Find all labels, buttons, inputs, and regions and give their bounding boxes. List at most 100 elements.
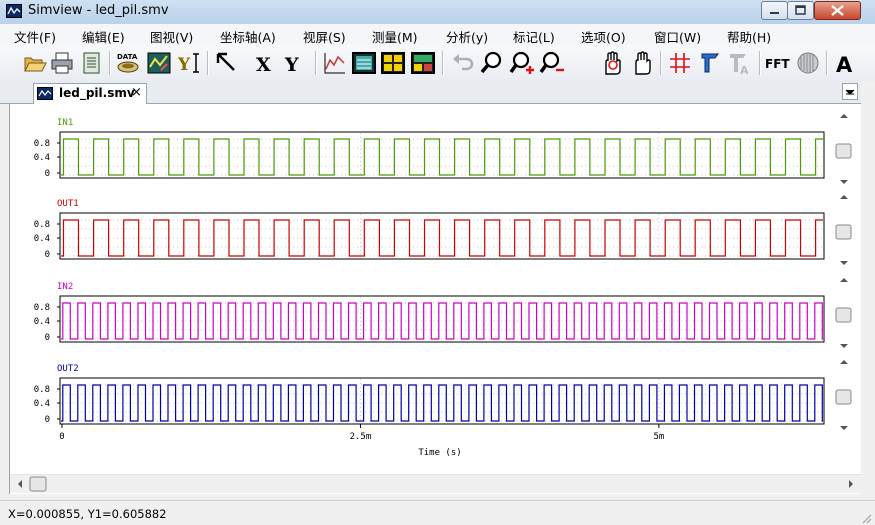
- marker-button[interactable]: [697, 50, 723, 76]
- tab-list-dropdown-icon[interactable]: [842, 83, 858, 100]
- screen-layout-button[interactable]: [410, 50, 436, 76]
- printer-icon: [51, 52, 73, 74]
- waveform-button[interactable]: [322, 50, 348, 76]
- toolbar-separator: [207, 51, 209, 75]
- y-axis-button[interactable]: Y: [281, 50, 307, 76]
- waveform-app-icon: [6, 4, 22, 18]
- channel-name-in2: IN2: [57, 282, 73, 292]
- horizontal-scroll-thumb[interactable]: [29, 476, 47, 492]
- menu-axis[interactable]: 坐标轴(A): [220, 27, 276, 46]
- toolbar-separator: [315, 51, 317, 75]
- crosshair-icon: [670, 53, 690, 73]
- maximize-button[interactable]: [787, 1, 814, 20]
- menu-file[interactable]: 文件(F): [14, 27, 56, 46]
- menu-analysis[interactable]: 分析(y): [446, 27, 488, 46]
- undo-button[interactable]: [450, 50, 476, 76]
- document-button[interactable]: [79, 50, 105, 76]
- menu-window[interactable]: 窗口(W): [654, 27, 701, 46]
- horizontal-scrollbar[interactable]: [10, 474, 861, 493]
- plot-scroll-thumb[interactable]: [835, 307, 852, 323]
- x-tick-label: 2.5m: [350, 432, 372, 442]
- font-button[interactable]: A: [833, 50, 859, 77]
- pan-button[interactable]: [630, 50, 656, 76]
- svg-text:X: X: [256, 54, 271, 76]
- scroll-up-arrow-icon: [840, 195, 848, 199]
- magnifier-icon: [480, 51, 502, 74]
- menu-measure[interactable]: 测量(M): [372, 27, 418, 46]
- print-button[interactable]: [49, 50, 75, 76]
- document-icon: [83, 52, 100, 74]
- graph-icon: [147, 52, 171, 74]
- y-cursor-button[interactable]: Y: [176, 50, 202, 76]
- x-axis-label: Time (s): [418, 448, 461, 458]
- svg-text:FFT: FFT: [765, 57, 790, 71]
- plot-scroll-thumb[interactable]: [835, 224, 852, 240]
- menu-screen[interactable]: 视屏(S): [303, 27, 346, 46]
- plot-document-area: IN1 0.8 0.4 0 OUT1 0.8 0.4 0 IN2 0.8 0.4 0 OUT2 0.8 0.…: [9, 104, 862, 494]
- channel-name-in1: IN1: [57, 118, 73, 128]
- plot-scroll-thumb[interactable]: [835, 389, 852, 405]
- zoom-button[interactable]: [479, 50, 505, 76]
- y-tick-label: 0.4: [34, 317, 50, 327]
- y-tick-label: 0.4: [34, 399, 50, 409]
- svg-text:Y: Y: [284, 54, 299, 76]
- globe-icon: [797, 52, 819, 74]
- toolbar-separator: [826, 51, 828, 75]
- right-frame: [861, 81, 875, 500]
- toolbar-separator: [109, 51, 111, 75]
- hand-target-icon: [605, 51, 621, 75]
- scroll-down-arrow-icon: [840, 180, 848, 184]
- scroll-up-arrow-icon: [840, 360, 848, 364]
- screen-4-button[interactable]: [380, 50, 406, 76]
- waveform-plots[interactable]: IN1 0.8 0.4 0 OUT1 0.8 0.4 0 IN2 0.8 0.4 0 OUT2 0.8 0.…: [10, 104, 862, 474]
- hand-zoom-button[interactable]: [600, 50, 626, 76]
- menu-edit[interactable]: 编辑(E): [82, 27, 125, 46]
- simview-window: Simview - led_pil.smv 文件(F) 编辑(E) 图视(V) …: [0, 0, 875, 525]
- title-bar[interactable]: Simview - led_pil.smv: [0, 0, 875, 25]
- x-axis-button[interactable]: X: [252, 50, 278, 76]
- graph-select-button[interactable]: [146, 50, 172, 76]
- y-tick-label: 0.8: [34, 303, 50, 313]
- resize-grip-icon[interactable]: [860, 512, 872, 524]
- toolbar-separator: [660, 51, 662, 75]
- cursor-readout: X=0.000855, Y1=0.605882: [8, 507, 167, 521]
- maximize-icon: [795, 5, 806, 15]
- close-window-button[interactable]: [814, 1, 861, 20]
- x-tick-label: 0: [59, 432, 64, 442]
- minimize-icon: [770, 12, 779, 14]
- data-button[interactable]: DATA: [115, 50, 141, 76]
- svg-text:Y: Y: [177, 55, 191, 75]
- cursor-cross-button[interactable]: [667, 50, 693, 76]
- menu-options[interactable]: 选项(O): [581, 27, 626, 46]
- y-tick-label: 0.4: [34, 234, 50, 244]
- y-tick-label: 0: [45, 333, 50, 343]
- y-tick-label: 0: [45, 415, 50, 425]
- harmonic-button[interactable]: [795, 50, 821, 76]
- zoom-in-icon: [509, 51, 534, 74]
- window-title: Simview - led_pil.smv: [28, 3, 169, 18]
- tab-led-pil[interactable]: led_pil.smv ×: [33, 83, 147, 104]
- font-icon: A: [836, 53, 853, 77]
- screen-1-button[interactable]: [351, 50, 377, 76]
- menu-help[interactable]: 帮助(H): [727, 27, 771, 46]
- pointer-button[interactable]: [214, 50, 240, 76]
- menu-label[interactable]: 标记(L): [513, 27, 555, 46]
- open-file-button[interactable]: [22, 50, 48, 76]
- plot-scroll-thumb[interactable]: [835, 143, 852, 159]
- label-button[interactable]: A: [726, 50, 752, 77]
- undo-icon: [453, 54, 474, 71]
- zoom-out-button[interactable]: [539, 50, 565, 76]
- open-folder-icon: [24, 57, 47, 72]
- y-tick-label: 0: [45, 250, 50, 260]
- channel-name-out1: OUT1: [57, 199, 79, 209]
- fft-button[interactable]: FFT: [764, 50, 794, 76]
- minimize-button[interactable]: [761, 1, 788, 20]
- zoom-in-button[interactable]: [509, 50, 535, 76]
- menu-bar: 文件(F) 编辑(E) 图视(V) 坐标轴(A) 视屏(S) 测量(M) 分析(…: [0, 24, 875, 45]
- y-tick-label: 0.8: [34, 220, 50, 230]
- x-tick-label: 5m: [653, 432, 664, 442]
- scroll-up-arrow-icon: [840, 278, 848, 282]
- tab-close-icon[interactable]: ×: [131, 85, 142, 100]
- menu-view[interactable]: 图视(V): [150, 27, 193, 46]
- document-tab-strip: led_pil.smv ×: [0, 81, 861, 104]
